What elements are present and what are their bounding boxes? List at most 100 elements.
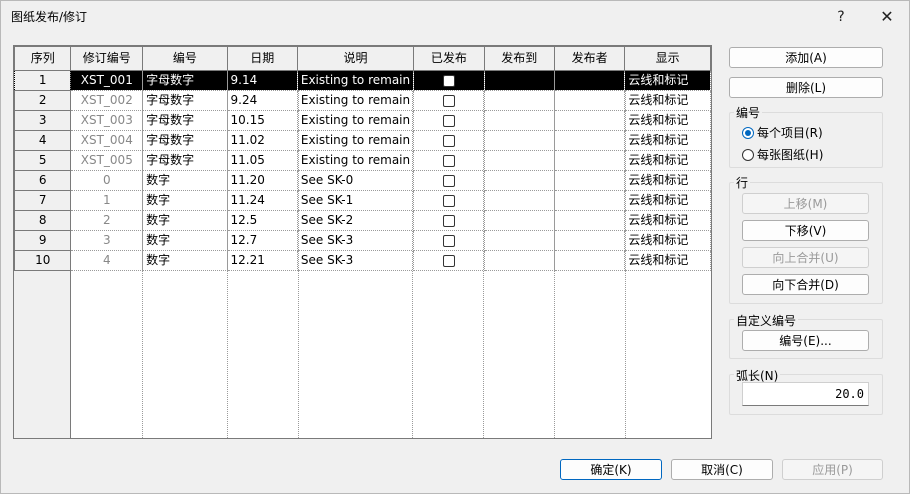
table-row[interactable]: 9 3 数字 12.7 See SK-3 云线和标记: [14, 230, 711, 251]
row-issued-by[interactable]: [554, 170, 626, 191]
row-issued[interactable]: [413, 190, 485, 211]
row-issued[interactable]: [413, 170, 485, 191]
move-down-button[interactable]: 下移(V): [742, 220, 869, 241]
row-sequence[interactable]: 2: [14, 90, 72, 111]
merge-up-button[interactable]: 向上合并(U): [742, 247, 869, 268]
row-numbering[interactable]: 字母数字: [142, 130, 228, 151]
row-description[interactable]: See SK-3: [297, 250, 415, 271]
cancel-button[interactable]: 取消(C): [671, 459, 773, 480]
col-header-seq[interactable]: 序列: [14, 46, 72, 71]
row-show[interactable]: 云线和标记: [624, 210, 711, 231]
row-issued[interactable]: [413, 230, 485, 251]
row-revision-number[interactable]: XST_003: [70, 110, 144, 131]
row-description[interactable]: Existing to remain: [297, 150, 415, 171]
issued-checkbox[interactable]: [442, 214, 455, 227]
row-sequence[interactable]: 3: [14, 110, 72, 131]
row-description[interactable]: See SK-3: [297, 230, 415, 251]
issued-checkbox[interactable]: [442, 174, 455, 187]
row-show[interactable]: 云线和标记: [624, 230, 711, 251]
row-date[interactable]: 11.05: [227, 150, 298, 171]
issued-checkbox[interactable]: [442, 254, 455, 267]
row-issued[interactable]: [413, 90, 485, 111]
row-issued-to[interactable]: [484, 70, 555, 91]
table-row[interactable]: 5 XST_005 字母数字 11.05 Existing to remain 云线和标记: [14, 150, 711, 171]
per-sheet-radio[interactable]: 每张图纸(H): [742, 146, 823, 163]
row-sequence[interactable]: 8: [14, 210, 72, 231]
row-show[interactable]: 云线和标记: [624, 90, 711, 111]
row-sequence[interactable]: 7: [14, 190, 72, 211]
row-revision-number[interactable]: XST_005: [70, 150, 144, 171]
row-date[interactable]: 11.20: [227, 170, 298, 191]
row-sequence[interactable]: 6: [14, 170, 72, 191]
row-issued-by[interactable]: [554, 230, 626, 251]
row-issued[interactable]: [413, 210, 485, 231]
move-up-button[interactable]: 上移(M): [742, 193, 869, 214]
table-row[interactable]: 4 XST_004 字母数字 11.02 Existing to remain 云线和标记: [14, 130, 711, 151]
table-row[interactable]: 7 1 数字 11.24 See SK-1 云线和标记: [14, 190, 711, 211]
table-row[interactable]: 1 XST_001 字母数字 9.14 Existing to remain 云线和标记: [14, 70, 711, 91]
row-numbering[interactable]: 数字: [142, 230, 228, 251]
row-numbering[interactable]: 字母数字: [142, 110, 228, 131]
row-date[interactable]: 10.15: [227, 110, 298, 131]
col-header-issued-by[interactable]: 发布者: [553, 46, 626, 71]
row-issued[interactable]: [413, 250, 485, 271]
apply-button[interactable]: 应用(P): [782, 459, 883, 480]
row-sequence[interactable]: 4: [14, 130, 72, 151]
row-date[interactable]: 11.24: [227, 190, 298, 211]
table-row[interactable]: 8 2 数字 12.5 See SK-2 云线和标记: [14, 210, 711, 231]
row-show[interactable]: 云线和标记: [624, 70, 711, 91]
row-revision-number[interactable]: 0: [70, 170, 144, 191]
row-date[interactable]: 9.14: [227, 70, 298, 91]
table-row[interactable]: 2 XST_002 字母数字 9.24 Existing to remain 云线和标记: [14, 90, 711, 111]
row-sequence[interactable]: 9: [14, 230, 72, 251]
row-sequence[interactable]: 10: [14, 250, 72, 271]
row-revision-number[interactable]: 2: [70, 210, 144, 231]
col-header-date[interactable]: 日期: [226, 46, 298, 71]
row-issued-to[interactable]: [484, 190, 555, 211]
row-numbering[interactable]: 字母数字: [142, 70, 228, 91]
add-button[interactable]: 添加(A): [729, 47, 883, 68]
row-issued[interactable]: [413, 150, 485, 171]
row-numbering[interactable]: 字母数字: [142, 90, 228, 111]
table-row[interactable]: 6 0 数字 11.20 See SK-0 云线和标记: [14, 170, 711, 191]
row-description[interactable]: Existing to remain: [297, 130, 415, 151]
table-row[interactable]: 10 4 数字 12.21 See SK-3 云线和标记: [14, 250, 711, 271]
col-header-show[interactable]: 显示: [624, 46, 711, 71]
row-date[interactable]: 11.02: [227, 130, 298, 151]
row-issued-to[interactable]: [484, 110, 555, 131]
row-show[interactable]: 云线和标记: [624, 110, 711, 131]
row-description[interactable]: Existing to remain: [297, 90, 415, 111]
row-issued-to[interactable]: [484, 130, 555, 151]
row-revision-number[interactable]: XST_004: [70, 130, 144, 151]
row-issued-to[interactable]: [484, 250, 555, 271]
issued-checkbox[interactable]: [442, 94, 455, 107]
row-description[interactable]: See SK-2: [297, 210, 415, 231]
row-issued-by[interactable]: [554, 190, 626, 211]
issued-checkbox[interactable]: [442, 154, 455, 167]
row-issued[interactable]: [413, 110, 485, 131]
row-numbering[interactable]: 数字: [142, 190, 228, 211]
col-header-issued[interactable]: 已发布: [413, 46, 485, 71]
issued-checkbox[interactable]: [442, 234, 455, 247]
row-numbering[interactable]: 数字: [142, 170, 228, 191]
row-issued-to[interactable]: [484, 230, 555, 251]
row-show[interactable]: 云线和标记: [624, 150, 711, 171]
row-issued-by[interactable]: [554, 210, 626, 231]
row-revision-number[interactable]: 3: [70, 230, 144, 251]
row-numbering[interactable]: 数字: [142, 250, 228, 271]
issued-checkbox[interactable]: [442, 74, 455, 87]
issued-checkbox[interactable]: [442, 194, 455, 207]
row-description[interactable]: See SK-1: [297, 190, 415, 211]
row-issued-to[interactable]: [484, 170, 555, 191]
row-revision-number[interactable]: 1: [70, 190, 144, 211]
row-sequence[interactable]: 5: [14, 150, 72, 171]
revision-table[interactable]: 序列 修订编号 编号 日期 说明 已发布 发布到 发布者 显示 1 XST_001…: [13, 45, 712, 439]
row-issued-by[interactable]: [554, 90, 626, 111]
row-numbering[interactable]: 字母数字: [142, 150, 228, 171]
col-header-description[interactable]: 说明: [296, 46, 415, 71]
row-show[interactable]: 云线和标记: [624, 250, 711, 271]
row-issued-to[interactable]: [484, 150, 555, 171]
row-sequence[interactable]: 1: [14, 70, 72, 91]
merge-down-button[interactable]: 向下合并(D): [742, 274, 869, 295]
row-revision-number[interactable]: 4: [70, 250, 144, 271]
